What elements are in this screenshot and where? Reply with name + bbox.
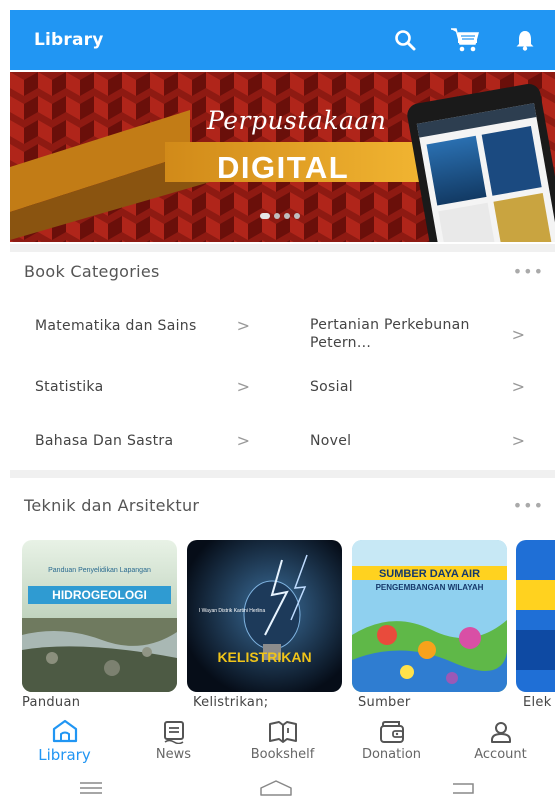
promo-banner[interactable]: Perpustakaan DIGITAL: [10, 72, 555, 242]
category-pertanian[interactable]: Pertanian Perkebunan Petern... >: [310, 316, 525, 352]
book-cover-title: KELISTRIKAN: [217, 649, 311, 665]
categories-heading: Book Categories: [24, 262, 160, 281]
more-options-icon[interactable]: •••: [513, 262, 544, 281]
nav-library[interactable]: Library: [10, 710, 119, 772]
featured-header: Teknik dan Arsitektur •••: [24, 496, 544, 515]
book-cover-title: SUMBER DAYA AIR: [379, 568, 480, 580]
back-icon[interactable]: [449, 780, 477, 796]
bottom-navigation: Library News Bookshelf Donation Account: [10, 710, 555, 772]
book-cover-art: KELISTRIKAN I Wayan Distrik Kartini Herl…: [187, 540, 342, 692]
featured-heading: Teknik dan Arsitektur: [24, 496, 200, 515]
nav-account[interactable]: Account: [446, 710, 555, 772]
category-bahasa[interactable]: Bahasa Dan Sastra >: [35, 431, 250, 450]
chevron-right-icon: >: [236, 316, 250, 335]
carousel-indicator[interactable]: [260, 213, 300, 219]
category-label: Novel: [310, 432, 352, 449]
app-screen: Library Perpustakaan DIGITAL Book Catego…: [0, 0, 555, 803]
carousel-dot[interactable]: [260, 213, 270, 219]
category-novel[interactable]: Novel >: [310, 431, 525, 450]
banner-headline: DIGITAL: [217, 150, 350, 185]
menu-icon[interactable]: [78, 780, 104, 796]
category-statistika[interactable]: Statistika >: [35, 377, 250, 396]
chevron-right-icon: >: [511, 324, 525, 344]
nav-news[interactable]: News: [119, 710, 228, 772]
book-cover-subtitle: I Wayan Distrik Kartini Herlina: [199, 608, 265, 614]
book-cover-subtitle: PENGEMBANGAN WILAYAH: [376, 583, 484, 592]
nav-label: Donation: [361, 747, 422, 762]
book-title[interactable]: Sumber: [358, 695, 411, 710]
carousel-dot[interactable]: [284, 213, 290, 219]
category-label: Pertanian Perkebunan Petern...: [310, 317, 470, 351]
nav-label: Bookshelf: [250, 747, 315, 762]
bell-icon[interactable]: [495, 10, 555, 70]
category-label: Statistika: [35, 378, 104, 395]
book-cover-art: SUMBER DAYA AIR PENGEMBANGAN WILAYAH: [352, 540, 507, 692]
book-cover-sumber-daya-air[interactable]: SUMBER DAYA AIR PENGEMBANGAN WILAYAH: [352, 540, 507, 692]
chevron-right-icon: >: [236, 377, 250, 396]
book-cover-kelistrikan[interactable]: KELISTRIKAN I Wayan Distrik Kartini Herl…: [187, 540, 342, 692]
chevron-right-icon: >: [236, 431, 250, 450]
book-title[interactable]: Elek: [523, 695, 552, 710]
wallet-icon: [379, 721, 404, 743]
chevron-right-icon: >: [511, 431, 525, 450]
category-sosial[interactable]: Sosial >: [310, 377, 525, 396]
bookshelf-icon: [268, 721, 297, 743]
carousel-dot[interactable]: [274, 213, 280, 219]
cart-icon[interactable]: [435, 10, 495, 70]
library-icon: [52, 719, 77, 742]
nav-label: News: [155, 747, 192, 762]
news-icon: [163, 721, 184, 744]
book-title[interactable]: Kelistrikan;: [193, 695, 268, 710]
phone-illustration: [407, 83, 555, 242]
categories-header: Book Categories •••: [24, 262, 544, 281]
book-cover-hidrogeologi[interactable]: HIDROGEOLOGI Panduan Penyelidikan Lapang…: [22, 540, 177, 692]
book-cover-title: HIDROGEOLOGI: [52, 588, 147, 602]
book-cover-subtitle: Panduan Penyelidikan Lapangan: [48, 567, 151, 574]
banner-script-title: Perpustakaan: [207, 106, 387, 135]
book-cover-art: HIDROGEOLOGI Panduan Penyelidikan Lapang…: [22, 540, 177, 692]
category-label: Sosial: [310, 378, 353, 395]
app-bar: Library: [10, 10, 555, 70]
chevron-right-icon: >: [511, 377, 525, 396]
app-title: Library: [34, 30, 104, 50]
section-divider: [10, 244, 555, 252]
system-navigation-bar: [0, 772, 555, 803]
nav-label: Library: [38, 745, 91, 764]
category-label: Matematika dan Sains: [35, 317, 197, 334]
account-icon: [490, 722, 511, 743]
nav-donation[interactable]: Donation: [337, 710, 446, 772]
more-options-icon[interactable]: •••: [513, 496, 544, 515]
search-icon[interactable]: [375, 10, 435, 70]
carousel-dot[interactable]: [294, 213, 300, 219]
category-label: Bahasa Dan Sastra: [35, 432, 174, 449]
nav-bookshelf[interactable]: Bookshelf: [228, 710, 337, 772]
section-divider: [10, 470, 555, 478]
nav-label: Account: [474, 747, 527, 762]
book-title[interactable]: Panduan: [22, 695, 80, 710]
category-matematika[interactable]: Matematika dan Sains >: [35, 316, 250, 335]
home-icon[interactable]: [259, 779, 293, 797]
book-cover-art: [516, 540, 555, 692]
book-cover-elektro[interactable]: [516, 540, 555, 692]
